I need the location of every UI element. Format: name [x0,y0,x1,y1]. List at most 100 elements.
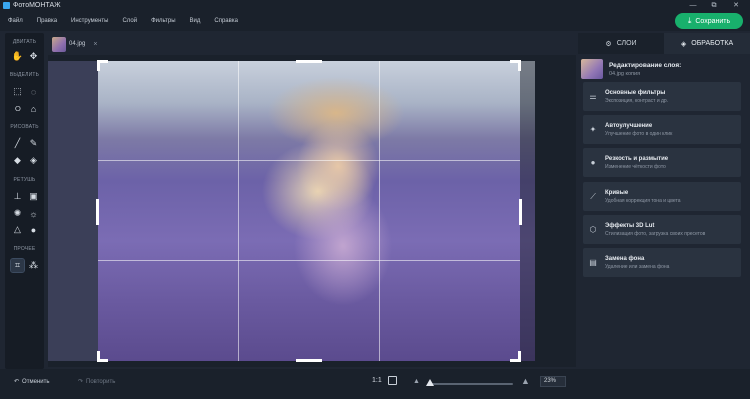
layer-info: Редактирование слоя: 04.jpg копия [581,57,749,81]
menu-view[interactable]: Вид [190,18,201,24]
rect-select-icon[interactable]: ⬚ [11,85,24,98]
move-icon[interactable]: ✥ [27,50,40,63]
redo-icon: ↷ [78,379,84,385]
crop-icon[interactable]: ⌗ [10,258,25,273]
crop-handle-top[interactable] [296,60,322,63]
filter-title: Эффекты 3D Lut [605,222,655,229]
crop-handle-top-left[interactable] [97,60,108,71]
right-panel-tabs: ⚙ СЛОИ ◈ ОБРАБОТКА [578,33,750,54]
lasso-icon[interactable]: ഠ [11,102,24,115]
document-thumbnail[interactable] [52,36,66,52]
crop-handle-bottom[interactable] [296,359,322,362]
canvas-outside-area [48,61,98,361]
drop-icon[interactable]: ● [27,223,40,236]
sun-icon[interactable]: ☼ [27,207,40,220]
minimize-icon[interactable]: — [683,0,703,11]
layers-icon: ◈ [680,40,687,48]
close-window-icon[interactable]: ✕ [726,0,746,11]
zoom-slider[interactable] [425,379,513,386]
filter-title: Основные фильтры [605,89,666,96]
filter-subtitle: Улучшение фото в один клик [605,130,673,137]
menu-help[interactable]: Справка [214,18,238,24]
crop-grid-line [98,260,520,261]
triangle-icon[interactable]: △ [11,223,24,236]
download-icon: ⤓ [687,16,692,25]
right-panel: ⚙ СЛОИ ◈ ОБРАБОТКА Редактирование слоя: … [578,33,750,369]
crop-excluded-area [520,61,535,361]
patch-icon[interactable]: ▣ [27,190,40,203]
cube-icon: ⬡ [589,225,597,234]
tab-layers-label: СЛОИ [616,40,637,47]
zoom-out-icon[interactable]: ▲ [413,378,420,385]
fill-icon[interactable]: ◈ [27,154,40,167]
background-icon: ▤ [589,258,597,267]
eraser-icon[interactable]: ◆ [11,154,24,167]
filter-subtitle: Изменение чёткости фото [605,163,666,170]
tools-panel: ДВИГАТЬ ✋ ✥ ВЫДЕЛИТЬ ⬚ ◌ ഠ ⌂ РИСОВАТЬ ╱ … [5,33,44,369]
tool-section-draw: РИСОВАТЬ [10,124,39,130]
title-bar: ФотоМОНТАЖ — ⧉ ✕ [0,0,750,11]
undo-button[interactable]: ↶ Отменить [14,378,50,386]
layer-thumbnail [581,59,603,79]
tab-processing[interactable]: ◈ ОБРАБОТКА [664,33,750,54]
undo-label: Отменить [22,378,50,385]
document-tabs: 04.jpg × [48,33,576,55]
layers-settings-icon: ⚙ [605,40,612,48]
tool-section-select: ВЫДЕЛИТЬ [9,72,40,78]
crop-grid-line [238,61,239,361]
polygon-lasso-icon[interactable]: ⌂ [27,102,40,115]
hand-icon[interactable]: ✋ [11,50,24,63]
menu-filters[interactable]: Фильтры [151,18,175,24]
magic-wand-icon: ✦ [589,125,597,134]
close-tab-icon[interactable]: × [93,41,97,48]
layer-edit-title: Редактирование слоя: [609,61,682,69]
photo-image[interactable] [98,61,535,361]
fit-screen-icon[interactable] [388,376,397,385]
tool-section-other: ПРОЧЕЕ [13,246,36,252]
menu-tools[interactable]: Инструменты [71,18,108,24]
filter-basic-button[interactable]: ⚌ Основные фильтры Экспозиция, контраст и… [583,82,741,111]
crop-grid-line [379,61,380,361]
menu-file[interactable]: Файл [8,18,23,24]
menu-edit[interactable]: Правка [37,18,57,24]
crop-handle-bottom-right[interactable] [510,351,521,362]
crop-handle-top-right[interactable] [510,60,521,71]
layer-name: 04.jpg копия [609,70,641,77]
stamp-icon[interactable]: ⊥ [11,190,24,203]
tool-section-retouch: РЕТУШЬ [13,177,36,183]
filter-title: Кривые [605,189,629,196]
maximize-icon[interactable]: ⧉ [704,0,724,11]
zoom-value-field[interactable]: 23% [540,376,566,387]
actual-size-button[interactable]: 1:1 [372,377,382,384]
pencil-icon[interactable]: ✎ [27,137,40,150]
crop-handle-right[interactable] [519,199,522,225]
sliders-icon: ⚌ [589,92,597,101]
filter-title: Замена фона [605,255,645,262]
filter-sharpness-button[interactable]: ● Резкость и размытие Изменение чёткости … [583,148,741,177]
tab-layers[interactable]: ⚙ СЛОИ [578,33,664,54]
brush-icon[interactable]: ╱ [11,137,24,150]
filter-subtitle: Удобная коррекция тона и цвета [605,197,681,204]
zoom-in-icon[interactable]: ▲ [521,376,530,386]
filter-auto-button[interactable]: ✦ Автоулучшение Улучшение фото в один кли… [583,115,741,144]
filter-title: Резкость и размытие [605,155,669,162]
filter-background-button[interactable]: ▤ Замена фона Удаление или замена фона [583,248,741,277]
redo-label: Повторить [86,378,116,385]
filter-curves-button[interactable]: ⟋ Кривые Удобная коррекция тона и цвета [583,182,741,211]
light-icon[interactable]: ✺ [11,207,24,220]
shapes-icon[interactable]: ⁂ [27,259,40,272]
save-button[interactable]: ⤓ Сохранить [675,13,743,29]
zoom-slider-thumb[interactable] [425,379,434,386]
filter-3dlut-button[interactable]: ⬡ Эффекты 3D Lut Стилизация фото, загрузк… [583,215,741,244]
tab-processing-label: ОБРАБОТКА [691,40,734,47]
filter-title: Автоулучшение [605,122,653,129]
ellipse-select-icon[interactable]: ◌ [27,85,40,98]
crop-handle-left[interactable] [96,199,99,225]
redo-button[interactable]: ↷ Повторить [78,378,116,386]
app-title: ФотоМОНТАЖ [13,2,61,9]
crop-handle-bottom-left[interactable] [97,351,108,362]
document-tab-name[interactable]: 04.jpg [69,41,85,47]
menu-layer[interactable]: Слой [122,18,137,24]
filter-subtitle: Стилизация фото, загрузка своих пресетов [605,230,706,237]
canvas-area[interactable] [48,55,576,367]
